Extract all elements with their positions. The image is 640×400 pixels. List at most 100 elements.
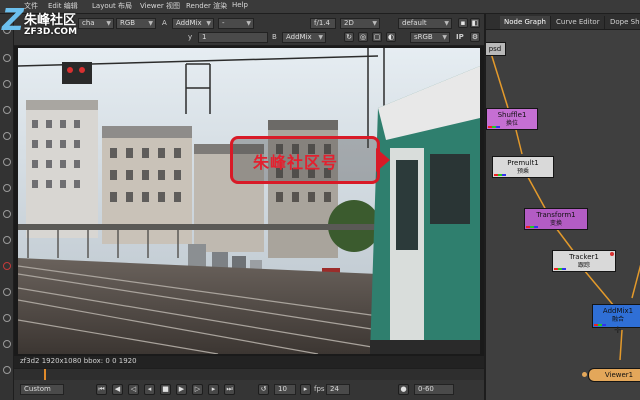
train-scene-image (18, 48, 480, 354)
loop-icon[interactable]: ↺ (258, 384, 269, 395)
keyer-tool-icon[interactable] (3, 210, 11, 218)
channel-strip (494, 174, 506, 176)
tab-dope-sheet[interactable]: Dope She (606, 16, 640, 29)
viewer-frame[interactable]: 朱峰社区号 (18, 48, 480, 354)
channel-strip (526, 226, 538, 228)
node-shuffle[interactable]: Shuffle1 换位 (486, 108, 538, 130)
edge-read-shuffle (489, 49, 509, 109)
zf3d-logo-icon: Z (2, 3, 24, 38)
nuke-app-window: 文件 Edit 编辑 Layout 布局 Viewer 视图 Render 渲染… (0, 0, 640, 400)
menu-help[interactable]: Help (232, 1, 248, 9)
step-back-icon[interactable]: ◀ (112, 384, 123, 395)
tracker-flag-icon (610, 252, 614, 256)
frame-range-field[interactable]: 0-60 (414, 384, 454, 395)
lock-icon[interactable]: ▪ (458, 18, 468, 28)
node-premult[interactable]: Premult1 预乘 (492, 156, 554, 178)
node-tracker[interactable]: Tracker1 跟踪 (552, 250, 616, 272)
node-transform[interactable]: Transform1 变换 (524, 208, 588, 230)
viewer-panel[interactable]: 朱峰社区号 (14, 46, 484, 356)
merge-tool-icon[interactable] (3, 236, 11, 244)
node-graph-panel: Node Graph Curve Editor Dope She psd (484, 14, 640, 400)
3d-tool-icon[interactable] (3, 288, 11, 296)
chevron-down-icon: ▼ (442, 34, 447, 41)
range-preset-dropdown[interactable]: Custom (20, 384, 64, 395)
watermark-url: ZF3D.COM (24, 27, 78, 37)
play-icon[interactable]: ▶ (176, 384, 187, 395)
other-tool-icon[interactable] (3, 366, 11, 374)
panel-tab-bar: Node Graph Curve Editor Dope She (486, 14, 640, 30)
chevron-down-icon: ▼ (148, 20, 153, 27)
y-label: y (188, 33, 193, 41)
time-tool-icon[interactable] (3, 106, 11, 114)
frame-increment-field[interactable]: 10 (274, 384, 296, 395)
transform-tool-icon[interactable] (3, 262, 11, 270)
format-info: zf3d2 1920x1080 bbox: 0 0 1920 (20, 357, 137, 365)
input-b-label: B (272, 33, 277, 41)
prev-key-icon[interactable]: ◁ (128, 384, 139, 395)
menu-viewer[interactable]: Viewer 视图 (140, 1, 180, 11)
highlight-callout: 朱峰社区号 (230, 136, 380, 184)
fps-label: fps (314, 385, 325, 393)
y-value-field[interactable]: 1 (198, 32, 268, 43)
node-viewer[interactable]: Viewer1 (588, 368, 640, 382)
timeline-bar[interactable] (14, 368, 484, 381)
first-frame-icon[interactable]: ⏮ (96, 384, 107, 395)
left-toolbar (0, 14, 14, 400)
frame-arrow-icon[interactable]: ▸ (300, 384, 311, 395)
lut-dropdown[interactable]: default ▼ (398, 18, 452, 29)
settings-icon[interactable]: ⚙ (470, 32, 480, 42)
channel-strip (594, 324, 606, 326)
input-a-label: A (162, 19, 167, 27)
metadata-tool-icon[interactable] (3, 340, 11, 348)
chevron-down-icon: ▼ (372, 20, 377, 27)
viewer-input-dot (582, 372, 587, 377)
mouse-cursor-icon: ✛ (614, 326, 622, 336)
gain-field[interactable]: f/1.4 (310, 18, 336, 29)
record-icon[interactable]: ● (398, 384, 409, 395)
image-tool-icon[interactable] (3, 54, 11, 62)
edge-input-addmix (631, 264, 640, 299)
chevron-down-icon: ▼ (444, 20, 449, 27)
views-tool-icon[interactable] (3, 314, 11, 322)
callout-pointer-icon (376, 148, 390, 172)
step-forward-icon[interactable]: ▸ (208, 384, 219, 395)
menu-render[interactable]: Render 渲染 (186, 1, 227, 11)
channel-tool-icon[interactable] (3, 132, 11, 140)
fps-field[interactable]: 24 (326, 384, 350, 395)
chevron-down-icon: ▼ (246, 20, 251, 27)
channel-strip (488, 126, 500, 128)
channel-strip (554, 268, 566, 270)
last-frame-icon[interactable]: ⏭ (224, 384, 235, 395)
playback-controls: Custom ⏮ ◀ ◁ ◂ ■ ▶ ▷ ▸ ⏭ ↺ 10 ▸ fps 24 ●… (14, 380, 484, 400)
stop-icon[interactable]: ■ (160, 384, 171, 395)
region-icon[interactable]: ▢ (372, 32, 382, 42)
node-addmix[interactable]: AddMix1 融合 (592, 304, 640, 328)
color-tool-icon[interactable] (3, 158, 11, 166)
edge-tracker-addmix (583, 269, 615, 307)
tab-node-graph[interactable]: Node Graph (500, 16, 551, 29)
input-a-dropdown[interactable]: AddMix ▼ (172, 18, 214, 29)
filter-tool-icon[interactable] (3, 184, 11, 192)
edge-shuffle-premult (515, 129, 523, 155)
tab-curve-editor[interactable]: Curve Editor (552, 16, 605, 29)
input-b-dropdown[interactable]: AddMix ▼ (282, 32, 326, 43)
read-node[interactable]: psd (486, 42, 506, 56)
draw-tool-icon[interactable] (3, 80, 11, 88)
next-key-icon[interactable]: ▷ (192, 384, 203, 395)
watermark-brand-cn: 朱峰社区 (24, 13, 77, 28)
overlay-toggle-icon[interactable]: ◧ (470, 18, 480, 28)
chevron-down-icon: ▼ (318, 34, 323, 41)
ip-toggle[interactable]: IP (456, 33, 464, 41)
zf3d-watermark: Z 朱峰社区 ZF3D.COM (2, 6, 112, 42)
viewer-info-bar: zf3d2 1920x1080 bbox: 0 0 1920 (14, 356, 484, 368)
proxy-icon[interactable]: ◐ (386, 32, 396, 42)
colorspace-dropdown-a[interactable]: RGB ▼ (116, 18, 156, 29)
display-colorspace-dropdown[interactable]: sRGB ▼ (410, 32, 450, 43)
refresh-icon[interactable]: ↻ (344, 32, 354, 42)
wipe-mode-dropdown[interactable]: - ▼ (218, 18, 254, 29)
view-mode-dropdown[interactable]: 2D ▼ (340, 18, 380, 29)
play-back-icon[interactable]: ◂ (144, 384, 155, 395)
edge-transform-tracker (555, 227, 575, 253)
node-graph-canvas[interactable]: psd Shuffle1 换位 Premult1 预乘 Transform1 变… (486, 30, 640, 400)
zoom-icon[interactable]: ◎ (358, 32, 368, 42)
